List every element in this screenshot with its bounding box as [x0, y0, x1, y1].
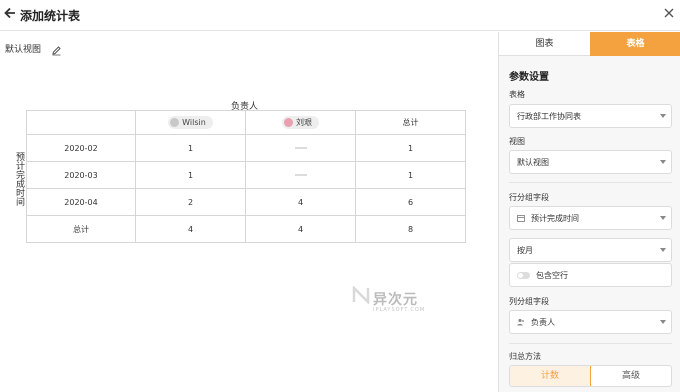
empty-dash: [294, 174, 307, 176]
table-cell: 1: [135, 161, 246, 189]
chevron-down-icon: [660, 320, 666, 324]
table-cell-empty: [245, 161, 356, 189]
back-arrow-icon[interactable]: [4, 7, 18, 23]
table-cell: 4: [245, 215, 356, 243]
calendar-icon: [517, 214, 525, 222]
chevron-down-icon: [660, 160, 666, 164]
watermark-subtitle: IPLAYSOFT.COM: [373, 307, 426, 313]
avatar: [170, 118, 180, 127]
close-icon[interactable]: [664, 6, 674, 22]
table-cell: 1: [355, 161, 466, 189]
table-select[interactable]: 行政部工作协同表: [509, 104, 672, 128]
table-total-row: 总计 4 4 8: [26, 215, 466, 243]
summary-option-count[interactable]: 计数: [510, 366, 591, 386]
avatar: [284, 118, 293, 127]
people-icon: [517, 318, 525, 326]
table-cell: 4: [245, 188, 356, 216]
toggle-switch[interactable]: [517, 271, 530, 279]
add-stats-table-dialog: 添加统计表 默认视图 负责人 预计完成时间 Wilsin 刘艰 总计 2020-…: [0, 0, 680, 392]
row-group-label: 行分组字段: [509, 193, 549, 202]
row-label: 2020-04: [26, 188, 136, 216]
tab-table[interactable]: 表格: [590, 32, 680, 56]
table-cell: 8: [355, 215, 466, 243]
table-row: 2020-02 1 1: [26, 134, 466, 162]
divider: [509, 182, 672, 183]
table-cell: 6: [355, 188, 466, 216]
column-header-total: 总计: [355, 110, 466, 135]
user-chip: Wilsin: [168, 116, 213, 129]
dialog-title: 添加统计表: [20, 9, 81, 23]
user-chip: 刘艰: [282, 116, 319, 129]
watermark-title: 异次元: [373, 292, 418, 308]
summary-label: 归总方法: [509, 352, 541, 361]
column-header: Wilsin: [135, 110, 246, 135]
pivot-table: Wilsin 刘艰 总计 2020-02 1 1 2020-03 1 1 202…: [26, 110, 466, 243]
divider: [509, 343, 672, 344]
view-select[interactable]: 默认视图: [509, 150, 672, 174]
dialog-header: 添加统计表: [0, 0, 680, 31]
corner-cell: [26, 110, 136, 135]
table-cell: 1: [355, 134, 466, 162]
chevron-down-icon: [660, 114, 666, 118]
section-title: 参数设置: [509, 72, 549, 83]
row-label: 2020-02: [26, 134, 136, 162]
chevron-down-icon: [660, 216, 666, 220]
row-group-mode-select[interactable]: 按月: [509, 238, 672, 262]
column-header: 刘艰: [245, 110, 356, 135]
row-field-title: 预计完成时间: [14, 152, 24, 206]
settings-panel: 图表 表格 参数设置 表格 行政部工作协同表 视图 默认视图 行分组字段 预计完…: [498, 32, 680, 392]
view-label: 视图: [509, 137, 525, 146]
row-group-select[interactable]: 预计完成时间: [509, 206, 672, 230]
table-row: 2020-04 2 4 6: [26, 188, 466, 216]
table-cell: 2: [135, 188, 246, 216]
summary-option-advanced[interactable]: 高级: [591, 366, 671, 386]
row-label: 总计: [26, 215, 136, 243]
table-cell-empty: [245, 134, 356, 162]
table-label: 表格: [509, 90, 525, 99]
col-group-label: 列分组字段: [509, 297, 549, 306]
panel-tabs: 图表 表格: [499, 32, 680, 56]
summary-method-toggle: 计数 高级: [509, 365, 672, 387]
col-group-select[interactable]: 负责人: [509, 310, 672, 334]
table-row: 2020-03 1 1: [26, 161, 466, 189]
pencil-icon[interactable]: [51, 41, 62, 56]
table-header-row: Wilsin 刘艰 总计: [26, 110, 466, 135]
view-name: 默认视图: [5, 45, 42, 55]
include-empty-rows-toggle[interactable]: 包含空行: [509, 263, 672, 287]
tab-chart[interactable]: 图表: [499, 32, 590, 56]
row-label: 2020-03: [26, 161, 136, 189]
table-cell: 4: [135, 215, 246, 243]
chevron-down-icon: [660, 248, 666, 252]
preview-area: 默认视图 负责人 预计完成时间 Wilsin 刘艰 总计 2020-02 1 1…: [0, 32, 498, 392]
watermark-logo-icon: [352, 284, 370, 308]
table-cell: 1: [135, 134, 246, 162]
empty-dash: [294, 147, 307, 149]
